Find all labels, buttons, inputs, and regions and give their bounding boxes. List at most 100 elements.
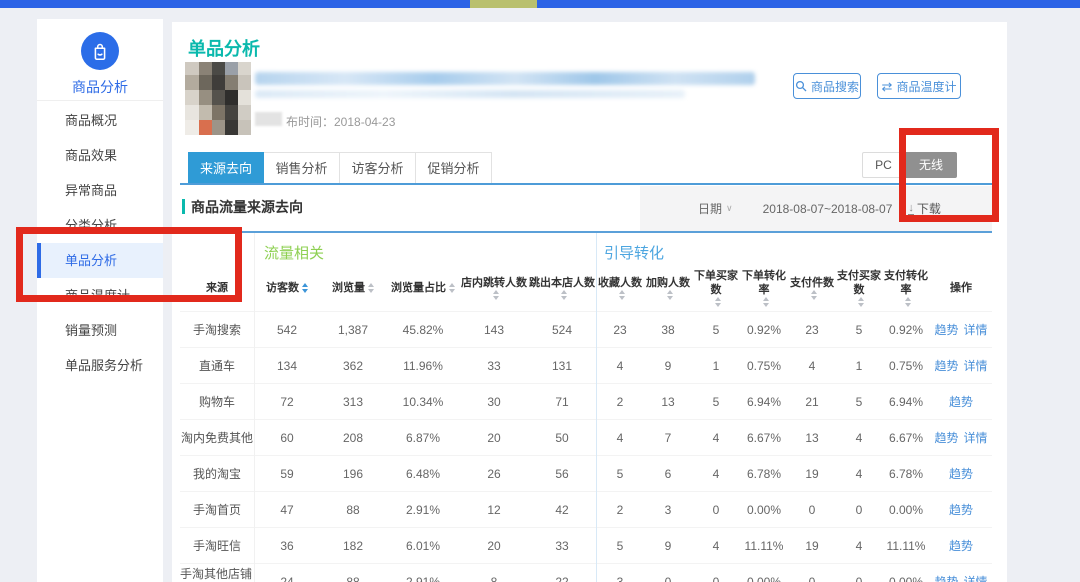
product-thermometer-button[interactable]: ⇄ 商品温度计 (877, 73, 961, 99)
value-cell: 21 (788, 384, 836, 419)
group-divider (596, 233, 597, 582)
table-body: 手淘搜索5421,38745.82%143524233850.92%2350.9… (180, 311, 992, 582)
trend-link[interactable]: 趋势 (934, 573, 958, 582)
product-search-button[interactable]: 商品搜索 (793, 73, 861, 99)
column-header[interactable]: 跳出本店人数 (528, 265, 596, 311)
sort-icon[interactable] (561, 290, 567, 300)
value-cell: 313 (320, 384, 386, 419)
table-row: 购物车7231310.34%307121356.94%2156.94%趋势 (180, 383, 992, 419)
trend-link[interactable]: 趋势 (934, 429, 958, 446)
sort-icon[interactable] (493, 290, 499, 300)
value-cell: 0.92% (882, 312, 930, 347)
actions-cell: 趋势详情 (930, 312, 992, 347)
sort-icon[interactable] (905, 297, 911, 307)
sort-icon[interactable] (858, 297, 864, 307)
sort-icon[interactable] (715, 297, 721, 307)
value-cell: 4 (836, 528, 882, 563)
date-range-value[interactable]: 2018-08-07~2018-08-07 (763, 202, 893, 216)
trend-link[interactable]: 趋势 (949, 465, 973, 482)
sidebar-item[interactable]: 商品概况 (37, 103, 163, 138)
column-header[interactable]: 访客数 (254, 265, 320, 311)
detail-link[interactable]: 详情 (964, 357, 988, 374)
tab[interactable]: 销售分析 (264, 152, 340, 183)
sort-icon[interactable] (368, 283, 374, 293)
value-cell: 50 (528, 420, 596, 455)
value-cell: 45.82% (386, 312, 460, 347)
sidebar-item[interactable]: 销量预测 (37, 313, 163, 348)
value-cell: 26 (460, 456, 528, 491)
trend-link[interactable]: 趋势 (934, 357, 958, 374)
value-cell: 9 (644, 528, 692, 563)
sort-icon[interactable] (449, 283, 455, 293)
trend-link[interactable]: 趋势 (949, 537, 973, 554)
column-header[interactable]: 支付买家数 (836, 265, 882, 311)
value-cell: 4 (692, 528, 740, 563)
value-cell: 30 (460, 384, 528, 419)
sidebar-item[interactable]: 商品效果 (37, 138, 163, 173)
main-panel: 单品分析 布时间：2018-04 (172, 22, 1007, 582)
value-cell: 6.94% (740, 384, 788, 419)
source-cell: 购物车 (180, 384, 254, 419)
value-cell: 5 (692, 384, 740, 419)
swap-icon: ⇄ (882, 80, 893, 93)
sort-icon[interactable] (763, 297, 769, 307)
column-header-action: 操作 (930, 265, 992, 311)
value-cell: 2 (596, 384, 644, 419)
detail-link[interactable]: 详情 (964, 573, 988, 582)
column-header[interactable]: 浏览量 (320, 265, 386, 311)
value-cell: 6.78% (882, 456, 930, 491)
actions-cell: 趋势详情 (930, 348, 992, 383)
value-cell: 19 (788, 528, 836, 563)
value-cell: 23 (596, 312, 644, 347)
value-cell: 11.11% (740, 528, 788, 563)
value-cell: 4 (692, 420, 740, 455)
column-header[interactable]: 支付件数 (788, 265, 836, 311)
blurred-product-subtitle (255, 90, 685, 98)
value-cell: 362 (320, 348, 386, 383)
value-cell: 33 (460, 348, 528, 383)
column-header[interactable]: 浏览量占比 (386, 265, 460, 311)
table-group-header: 流量相关 引导转化 (180, 233, 992, 265)
value-cell: 131 (528, 348, 596, 383)
value-cell: 2.91% (386, 564, 460, 582)
column-header[interactable]: 支付转化率 (882, 265, 930, 311)
column-header[interactable]: 下单买家数 (692, 265, 740, 311)
column-header-label: 支付转化率 (883, 269, 929, 297)
annotation-box-sidebar (16, 227, 242, 302)
detail-link[interactable]: 详情 (964, 429, 988, 446)
sort-icon[interactable] (302, 283, 308, 293)
value-cell: 4 (836, 456, 882, 491)
tab[interactable]: 访客分析 (340, 152, 416, 183)
date-dropdown[interactable]: 日期 (698, 200, 722, 217)
column-header[interactable]: 下单转化率 (740, 265, 788, 311)
column-header[interactable]: 收藏人数 (596, 265, 644, 311)
sidebar-item[interactable]: 异常商品 (37, 173, 163, 208)
column-header[interactable]: 店内跳转人数 (460, 265, 528, 311)
section-title-bar (182, 199, 185, 214)
page-title: 单品分析 (188, 35, 260, 61)
detail-link[interactable]: 详情 (964, 321, 988, 338)
tab[interactable]: 促销分析 (416, 152, 492, 183)
sidebar-section-title: 商品分析 (37, 77, 163, 97)
value-cell: 24 (254, 564, 320, 582)
column-header[interactable]: 加购人数 (644, 265, 692, 311)
tab[interactable]: 来源去向 (188, 152, 264, 183)
value-cell: 59 (254, 456, 320, 491)
column-header-label: 店内跳转人数 (461, 276, 527, 290)
trend-link[interactable]: 趋势 (934, 321, 958, 338)
sidebar-item[interactable]: 单品服务分析 (37, 348, 163, 383)
sort-icon[interactable] (667, 290, 673, 300)
product-thumbnail (185, 62, 251, 135)
table-row: 手淘首页47882.91%12422300.00%000.00%趋势 (180, 491, 992, 527)
value-cell: 6.67% (882, 420, 930, 455)
sort-icon[interactable] (811, 290, 817, 300)
value-cell: 6 (644, 456, 692, 491)
value-cell: 5 (692, 312, 740, 347)
trend-link[interactable]: 趋势 (949, 501, 973, 518)
trend-link[interactable]: 趋势 (949, 393, 973, 410)
value-cell: 2 (596, 492, 644, 527)
sort-icon[interactable] (619, 290, 625, 300)
group-label-conversion: 引导转化 (604, 242, 664, 263)
value-cell: 5 (836, 312, 882, 347)
sidebar-header: 商品分析 (37, 19, 163, 101)
